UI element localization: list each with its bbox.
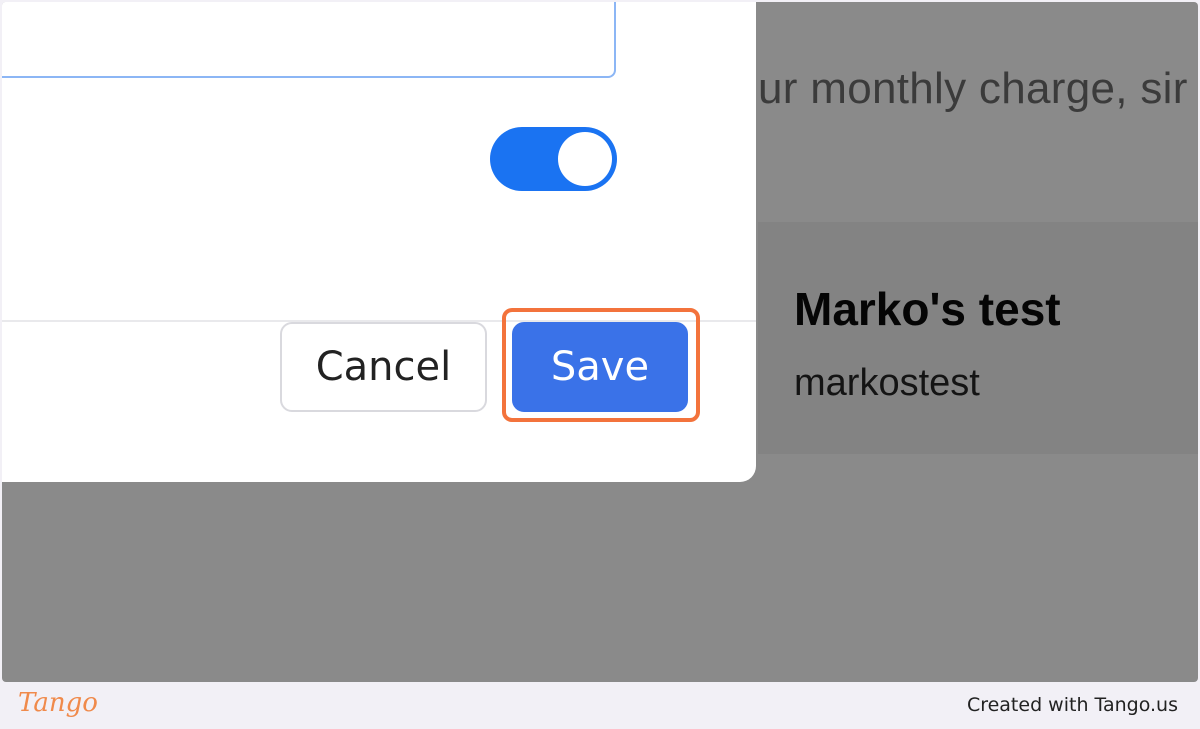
background-card: Marko's test markostest: [758, 222, 1198, 454]
tango-footer: Tango Created with Tango.us: [0, 682, 1200, 729]
background-description-text: ur monthly charge, sir: [758, 64, 1188, 113]
modal-dialog: Cancel Save: [2, 2, 756, 482]
screenshot-frame: ur monthly charge, sir Marko's test mark…: [2, 2, 1198, 682]
save-button[interactable]: Save: [512, 322, 688, 412]
toggle-switch[interactable]: [490, 127, 617, 191]
toggle-knob: [558, 132, 612, 186]
card-title: Marko's test: [794, 283, 1061, 335]
tango-logo: Tango: [18, 688, 98, 718]
cancel-button[interactable]: Cancel: [280, 322, 487, 412]
card-subtitle: markostest: [794, 362, 980, 404]
credit-text: Created with Tango.us: [966, 694, 1178, 716]
text-field[interactable]: [2, 2, 616, 78]
